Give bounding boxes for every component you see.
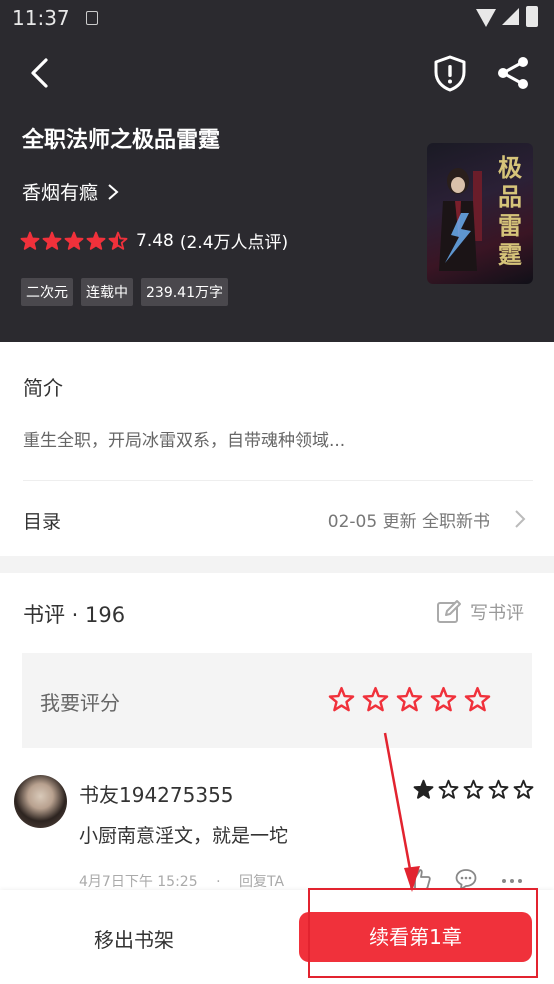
star-icon[interactable]: [328, 686, 355, 713]
continue-reading-button[interactable]: 续看第1章: [299, 912, 532, 962]
comment-icon[interactable]: [454, 867, 478, 891]
shield-icon[interactable]: [432, 54, 468, 92]
review-username[interactable]: 书友194275355: [79, 779, 234, 808]
cover-title: 极 品 雷 霆: [498, 153, 522, 269]
cover-lightning: [445, 213, 471, 263]
like-icon[interactable]: [408, 867, 432, 891]
reviews-heading: 书评 · 196: [23, 603, 126, 627]
meta-dot: ·: [216, 874, 221, 890]
book-header: 11:37 全职法师之极品雷霆 香烟有瘾 7.48 (2.4万人点评) 二次元 …: [0, 0, 554, 342]
share-icon[interactable]: [494, 54, 532, 92]
star-icon[interactable]: [430, 686, 457, 713]
bottom-bar: 移出书架 续看第1章: [0, 890, 554, 984]
reviews-card: 书评 · 196 写书评 我要评分 书友194275355 小厨南意淫文，就是一…: [0, 573, 554, 903]
star-icon: [513, 779, 534, 799]
wifi-icon: [476, 9, 496, 27]
back-icon[interactable]: [24, 56, 58, 90]
review-text[interactable]: 小厨南意淫文，就是一坨: [79, 821, 288, 848]
review-meta: 4月7日下午 15:25 · 回复TA: [79, 871, 284, 891]
review-actions: [408, 867, 524, 891]
star-icon: [413, 779, 434, 799]
tag-genre: 二次元: [21, 278, 73, 306]
intro-heading: 简介: [23, 376, 63, 400]
rating-stars: [20, 231, 130, 251]
toc-row[interactable]: 目录 02-05 更新 全职新书: [0, 481, 554, 556]
battery-icon: [526, 6, 538, 27]
reply-button[interactable]: 回复TA: [239, 874, 284, 890]
signal-icon: [502, 8, 519, 25]
star-icon: [108, 231, 128, 250]
intro-text[interactable]: 重生全职，开局冰雷双系，自带魂种领域...: [23, 426, 345, 451]
star-icon: [20, 231, 40, 250]
review-item: 书友194275355 小厨南意淫文，就是一坨 4月7日下午 15:25 · 回…: [0, 763, 554, 903]
intro-card: 简介 重生全职，开局冰雷双系，自带魂种领域... 目录 02-05 更新 全职新…: [0, 342, 554, 556]
tag-wordcount: 239.41万字: [141, 278, 228, 306]
star-icon[interactable]: [396, 686, 423, 713]
chevron-right-icon: [515, 510, 526, 528]
edit-icon: [437, 600, 461, 623]
write-review-label: 写书评: [470, 603, 524, 624]
star-icon[interactable]: [464, 686, 491, 713]
avatar[interactable]: [14, 775, 67, 828]
star-icon: [438, 779, 459, 799]
review-date: 4月7日下午 15:25: [79, 874, 198, 890]
notification-icon: [86, 11, 98, 25]
more-icon[interactable]: [500, 867, 524, 891]
star-icon: [42, 231, 62, 250]
star-icon: [488, 779, 509, 799]
status-time: 11:37: [12, 6, 70, 30]
book-cover[interactable]: 极 品 雷 霆: [427, 143, 533, 284]
star-icon[interactable]: [362, 686, 389, 713]
book-tags: 二次元 连载中 239.41万字: [21, 278, 228, 306]
book-rating: 7.48 (2.4万人点评): [20, 228, 288, 253]
review-stars: [413, 779, 534, 800]
toc-label: 目录: [23, 511, 62, 533]
rating-score: 7.48: [136, 230, 174, 251]
toc-update: 02-05 更新 全职新书: [327, 512, 490, 532]
rate-prompt: 我要评分: [40, 691, 120, 715]
star-icon: [86, 231, 106, 250]
star-icon: [64, 231, 84, 250]
book-title: 全职法师之极品雷霆: [22, 128, 221, 153]
author-name: 香烟有瘾: [22, 182, 99, 204]
status-bar: 11:37: [0, 0, 554, 38]
star-icon: [463, 779, 484, 799]
tag-status: 连载中: [81, 278, 133, 306]
rate-box: 我要评分: [22, 653, 532, 748]
write-review-button[interactable]: 写书评: [436, 599, 524, 625]
remove-from-shelf-button[interactable]: 移出书架: [94, 924, 174, 953]
rating-count: (2.4万人点评): [179, 233, 289, 253]
chevron-right-icon: [108, 183, 119, 200]
author-link[interactable]: 香烟有瘾: [22, 178, 120, 205]
rate-stars: [328, 686, 491, 713]
